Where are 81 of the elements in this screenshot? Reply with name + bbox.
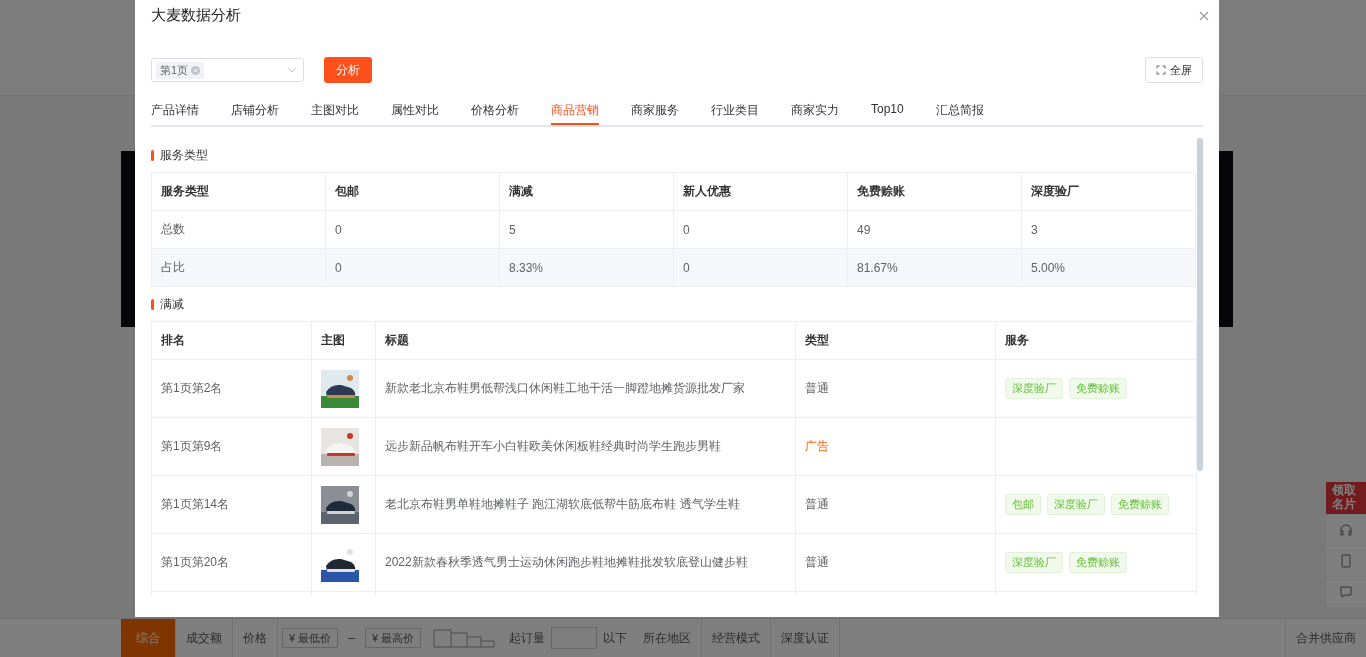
table-cell: 第1页第20名: [151, 533, 312, 592]
table-cell: 2022新款春秋季透气男士运动休闲跑步鞋地摊鞋批发软底登山健步鞋: [375, 533, 796, 592]
close-icon[interactable]: [1199, 10, 1209, 21]
headset-icon[interactable]: [1326, 514, 1366, 545]
table-cell: 新款老北京布鞋男低帮浅口休闲鞋工地干活一脚蹬地摊货源批发厂家: [375, 359, 796, 418]
column-header: 包邮: [325, 172, 500, 211]
filter-label: –: [347, 630, 356, 647]
column-header: 新人优惠: [673, 172, 848, 211]
note-icon[interactable]: [1326, 576, 1366, 607]
section-title: 满减: [160, 295, 184, 313]
fullscreen-icon: [1156, 65, 1166, 75]
price-field[interactable]: ¥ 最高价: [364, 628, 422, 648]
scrollbar[interactable]: [1197, 138, 1203, 471]
table-cell: 普通: [795, 475, 996, 534]
phone-icon[interactable]: [1326, 545, 1366, 576]
merge-suppliers-toggle[interactable]: 合并供应商: [1285, 619, 1356, 657]
table-cell: 总数: [151, 210, 326, 249]
tab[interactable]: 主图对比: [311, 96, 359, 125]
service-tag: 深度验厂: [1005, 552, 1063, 573]
table-cell: 普通: [795, 359, 996, 418]
table-cell: 老北京布鞋男单鞋地摊鞋子 跑江湖软底低帮牛筋底布鞋 透气学生鞋: [375, 475, 796, 534]
table-cell: 普通: [795, 533, 996, 592]
column-header: 服务: [995, 321, 1197, 360]
section-title: 服务类型: [160, 146, 208, 164]
tab[interactable]: 商家服务: [631, 96, 679, 125]
tab[interactable]: 商品营销: [551, 96, 599, 125]
filter-label: 起订量: [508, 629, 547, 647]
column-header: 排名: [151, 321, 312, 360]
tab[interactable]: 产品详情: [151, 96, 199, 125]
filter-dropdown[interactable]: 所在地区: [633, 619, 703, 657]
tab[interactable]: 属性对比: [391, 96, 439, 125]
table-cell: 5.00%: [1021, 248, 1196, 287]
service-tag: 免费赊账: [1069, 378, 1127, 399]
tab[interactable]: 价格分析: [471, 96, 519, 125]
filter-label: 以下: [602, 629, 629, 647]
table-cell: 0: [673, 210, 848, 249]
price-chart-icon: [433, 628, 496, 648]
chevron-down-icon: [287, 67, 297, 73]
column-header: 免费赊账: [847, 172, 1022, 211]
service-tag: 免费赊账: [1069, 552, 1127, 573]
column-header: 满减: [499, 172, 674, 211]
column-header: 标题: [375, 321, 796, 360]
column-header: 深度验厂: [1021, 172, 1196, 211]
table-cell: 0: [325, 248, 500, 287]
page-tag: 第1页: [156, 61, 205, 79]
fullscreen-button[interactable]: 全屏: [1145, 57, 1203, 83]
tab[interactable]: 汇总简报: [935, 96, 984, 125]
filter-dropdown[interactable]: 深度认证: [771, 619, 841, 657]
table-cell: 0: [325, 210, 500, 249]
tab[interactable]: 店铺分析: [231, 96, 279, 125]
table-cell: 第1页第14名: [151, 475, 312, 534]
column-header: 主图: [311, 321, 376, 360]
table-cell: 远步新品帆布鞋开车小白鞋欧美休闲板鞋经典时尚学生跑步男鞋: [375, 417, 796, 476]
table-cell: 第1页第2名: [151, 359, 312, 418]
tab[interactable]: Top10: [871, 96, 904, 125]
table-cell: 5: [499, 210, 674, 249]
analyze-button[interactable]: 分析: [324, 57, 372, 83]
table-cell: 3: [1021, 210, 1196, 249]
dialog-title: 大麦数据分析: [151, 6, 241, 25]
table-cell: 占比: [151, 248, 326, 287]
service-tag: 深度验厂: [1047, 494, 1105, 515]
service-tag: 深度验厂: [1005, 378, 1063, 399]
sort-option[interactable]: 价格: [233, 619, 278, 657]
column-header: 类型: [795, 321, 996, 360]
quantity-field[interactable]: [551, 627, 598, 649]
column-header: 服务类型: [151, 172, 326, 211]
tab[interactable]: 行业类目: [711, 96, 759, 125]
table-cell: 49: [847, 210, 1022, 249]
clear-icon[interactable]: [191, 65, 201, 75]
price-field[interactable]: ¥ 最低价: [282, 628, 339, 648]
table-cell: 广告: [795, 417, 996, 476]
table-cell: 81.67%: [847, 248, 1022, 287]
table-cell: 8.33%: [499, 248, 674, 287]
tab[interactable]: 商家实力: [791, 96, 839, 125]
service-tag: 包邮: [1005, 494, 1041, 515]
sort-option[interactable]: 成交额: [176, 619, 233, 657]
page-select[interactable]: 第1页: [151, 58, 304, 82]
table-cell: 0: [673, 248, 848, 287]
service-tag: 免费赊账: [1111, 494, 1169, 515]
table-cell: 第1页第9名: [151, 417, 312, 476]
filter-dropdown[interactable]: 经营模式: [702, 619, 772, 657]
